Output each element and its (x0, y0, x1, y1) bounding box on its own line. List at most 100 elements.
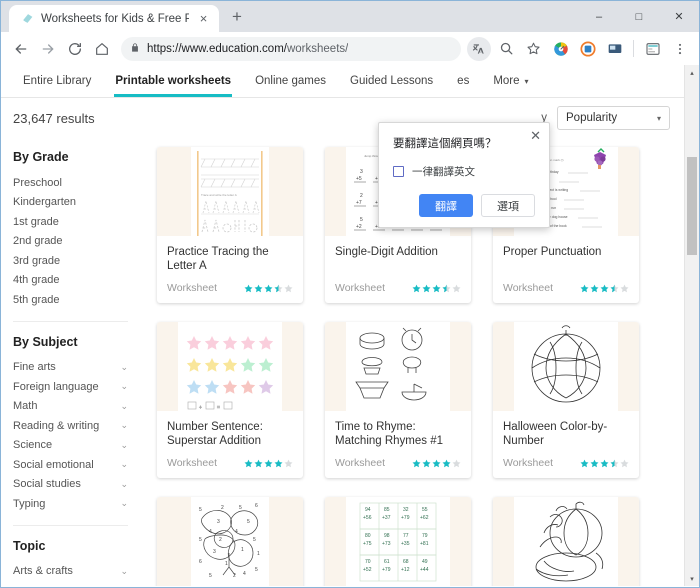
sidebar-item-social-emotional[interactable]: Social emotional⌄ (13, 455, 146, 475)
always-translate-checkbox[interactable] (393, 166, 404, 177)
svg-text:2: 2 (360, 193, 363, 199)
star-rating (412, 284, 461, 293)
svg-text:3: 3 (217, 519, 220, 525)
svg-text:4: 4 (235, 529, 238, 535)
star-half (610, 284, 619, 293)
filter-label: Arts & crafts (13, 565, 73, 577)
extension-grid-icon[interactable] (639, 35, 666, 62)
home-icon[interactable] (88, 35, 115, 62)
nav-label: es (457, 75, 469, 87)
site-nav: Entire Library Printable worksheets Onli… (1, 65, 684, 98)
svg-text:4: 4 (243, 571, 246, 577)
scroll-up-arrow[interactable]: ▴ (685, 65, 699, 80)
always-translate-row[interactable]: 一律翻譯英文 (393, 164, 535, 179)
bookmark-star-icon[interactable] (520, 35, 547, 62)
star-empty (620, 284, 629, 293)
svg-text:68: 68 (403, 559, 409, 565)
sidebar-item-5th-grade[interactable]: 5th grade (13, 290, 146, 310)
nav-tab-online-games[interactable]: Online games (243, 65, 338, 97)
worksheet-card[interactable]: 94+56 85+37 32+79 55+62 80+75 98+73 77+3… (325, 497, 471, 586)
sidebar-item-1st-grade[interactable]: 1st grade (13, 212, 146, 232)
window-controls: – □ ✕ (579, 1, 699, 32)
sidebar-divider (13, 321, 128, 322)
extension-speedtest-icon[interactable] (547, 35, 574, 62)
sidebar-item-science[interactable]: Science⌄ (13, 436, 146, 456)
svg-text:77: 77 (403, 533, 409, 539)
sidebar-item-3rd-grade[interactable]: 3rd grade (13, 251, 146, 271)
star-empty (284, 284, 293, 293)
translate-button[interactable]: 翻譯 (419, 194, 473, 217)
tab-title: Worksheets for Kids & Free Prin (41, 13, 189, 25)
nav-tab-guided-lessons[interactable]: Guided Lessons (338, 65, 445, 97)
sidebar-item-kindergarten[interactable]: Kindergarten (13, 193, 146, 213)
translate-icon[interactable] (467, 37, 491, 61)
browser-tab[interactable]: Worksheets for Kids & Free Prin × (9, 5, 219, 32)
svg-text:+5: +5 (356, 176, 362, 182)
thumbnail-art-halloween (514, 322, 618, 411)
svg-text:98: 98 (384, 533, 390, 539)
worksheet-card[interactable]: Time to Rhyme: Matching Rhymes #1 Worksh… (325, 322, 471, 478)
svg-text:+12: +12 (401, 567, 410, 573)
sidebar-item-2nd-grade[interactable]: 2nd grade (13, 232, 146, 252)
sidebar-item-4th-grade[interactable]: 4th grade (13, 271, 146, 291)
filter-label: 4th grade (13, 274, 59, 286)
star-full (600, 284, 609, 293)
worksheet-card[interactable]: Halloween Color-by-Number Worksheet (493, 322, 639, 478)
maximize-button[interactable]: □ (619, 1, 659, 32)
toolbar-actions (467, 35, 693, 62)
worksheet-meta: Worksheet (167, 282, 293, 294)
worksheet-card[interactable]: Trace and write the letter A (157, 147, 303, 303)
new-tab-button[interactable]: + (223, 3, 251, 31)
star-empty (620, 459, 629, 468)
chevron-down-icon: ⌄ (120, 440, 128, 451)
worksheet-type: Worksheet (503, 282, 553, 294)
menu-kebab-icon[interactable] (666, 35, 693, 62)
extension-screen-icon[interactable] (601, 35, 628, 62)
chevron-down-icon: ⌄ (120, 362, 128, 373)
reload-icon[interactable] (61, 35, 88, 62)
nav-label: More (493, 75, 519, 87)
nav-tab-partial[interactable]: es (445, 65, 481, 97)
minimize-button[interactable]: – (579, 1, 619, 32)
address-bar[interactable]: https://www.education.com/worksheets/ (121, 37, 461, 61)
sort-by-select[interactable]: Popularity ▾ (557, 106, 670, 130)
search-icon[interactable] (493, 35, 520, 62)
page-scrollbar[interactable]: ▴ ▾ (684, 65, 699, 586)
nav-tab-printable-worksheets[interactable]: Printable worksheets (103, 65, 243, 97)
star-full (264, 284, 273, 293)
svg-text:1: 1 (257, 551, 260, 557)
worksheet-card[interactable]: + = Number Sentence: Superstar Addition (157, 322, 303, 478)
close-window-button[interactable]: ✕ (659, 1, 699, 32)
sidebar-item-arts-crafts[interactable]: Arts & crafts⌄ (13, 562, 146, 582)
nav-label: Guided Lessons (350, 75, 433, 87)
chevron-down-icon: ⌄ (120, 585, 128, 586)
nav-tab-more[interactable]: More ▾ (481, 65, 540, 97)
forward-icon[interactable] (34, 35, 61, 62)
sidebar-item-reading-writing[interactable]: Reading & writing⌄ (13, 416, 146, 436)
scrollbar-thumb[interactable] (687, 157, 697, 255)
sidebar-item-social-studies[interactable]: Social studies⌄ (13, 475, 146, 495)
star-full (244, 284, 253, 293)
results-bar: 23,647 results y Popularity ▾ (1, 98, 684, 138)
extension-orange-icon[interactable] (574, 35, 601, 62)
nav-label: Printable worksheets (115, 75, 231, 87)
worksheet-meta: Worksheet (335, 457, 461, 469)
tab-close-icon[interactable]: × (196, 11, 211, 26)
options-button[interactable]: 選項 (481, 194, 535, 217)
sidebar-item-preschool[interactable]: Preschool (13, 173, 146, 193)
sidebar-item-fine-arts[interactable]: Fine arts⌄ (13, 358, 146, 378)
svg-text:5: 5 (209, 573, 212, 579)
svg-text:80: 80 (365, 533, 371, 539)
sidebar-item-foreign-language[interactable]: Foreign language⌄ (13, 377, 146, 397)
worksheet-card[interactable]: Giant Pumpkin Coloring Worksheet (493, 497, 639, 586)
back-icon[interactable] (7, 35, 34, 62)
filter-label: Typing (13, 498, 45, 510)
close-icon[interactable]: ✕ (530, 129, 541, 142)
sidebar-item-math[interactable]: Math⌄ (13, 397, 146, 417)
sidebar-item-typing[interactable]: Typing⌄ (13, 494, 146, 514)
sidebar-item-coloring[interactable]: Coloring⌄ (13, 581, 146, 586)
sidebar-item-entire-library[interactable]: Entire Library (11, 65, 103, 97)
star-full (580, 284, 589, 293)
scroll-down-arrow[interactable]: ▾ (685, 571, 699, 586)
worksheet-card[interactable]: 5256 35 44 525 311 16 5245 (157, 497, 303, 586)
